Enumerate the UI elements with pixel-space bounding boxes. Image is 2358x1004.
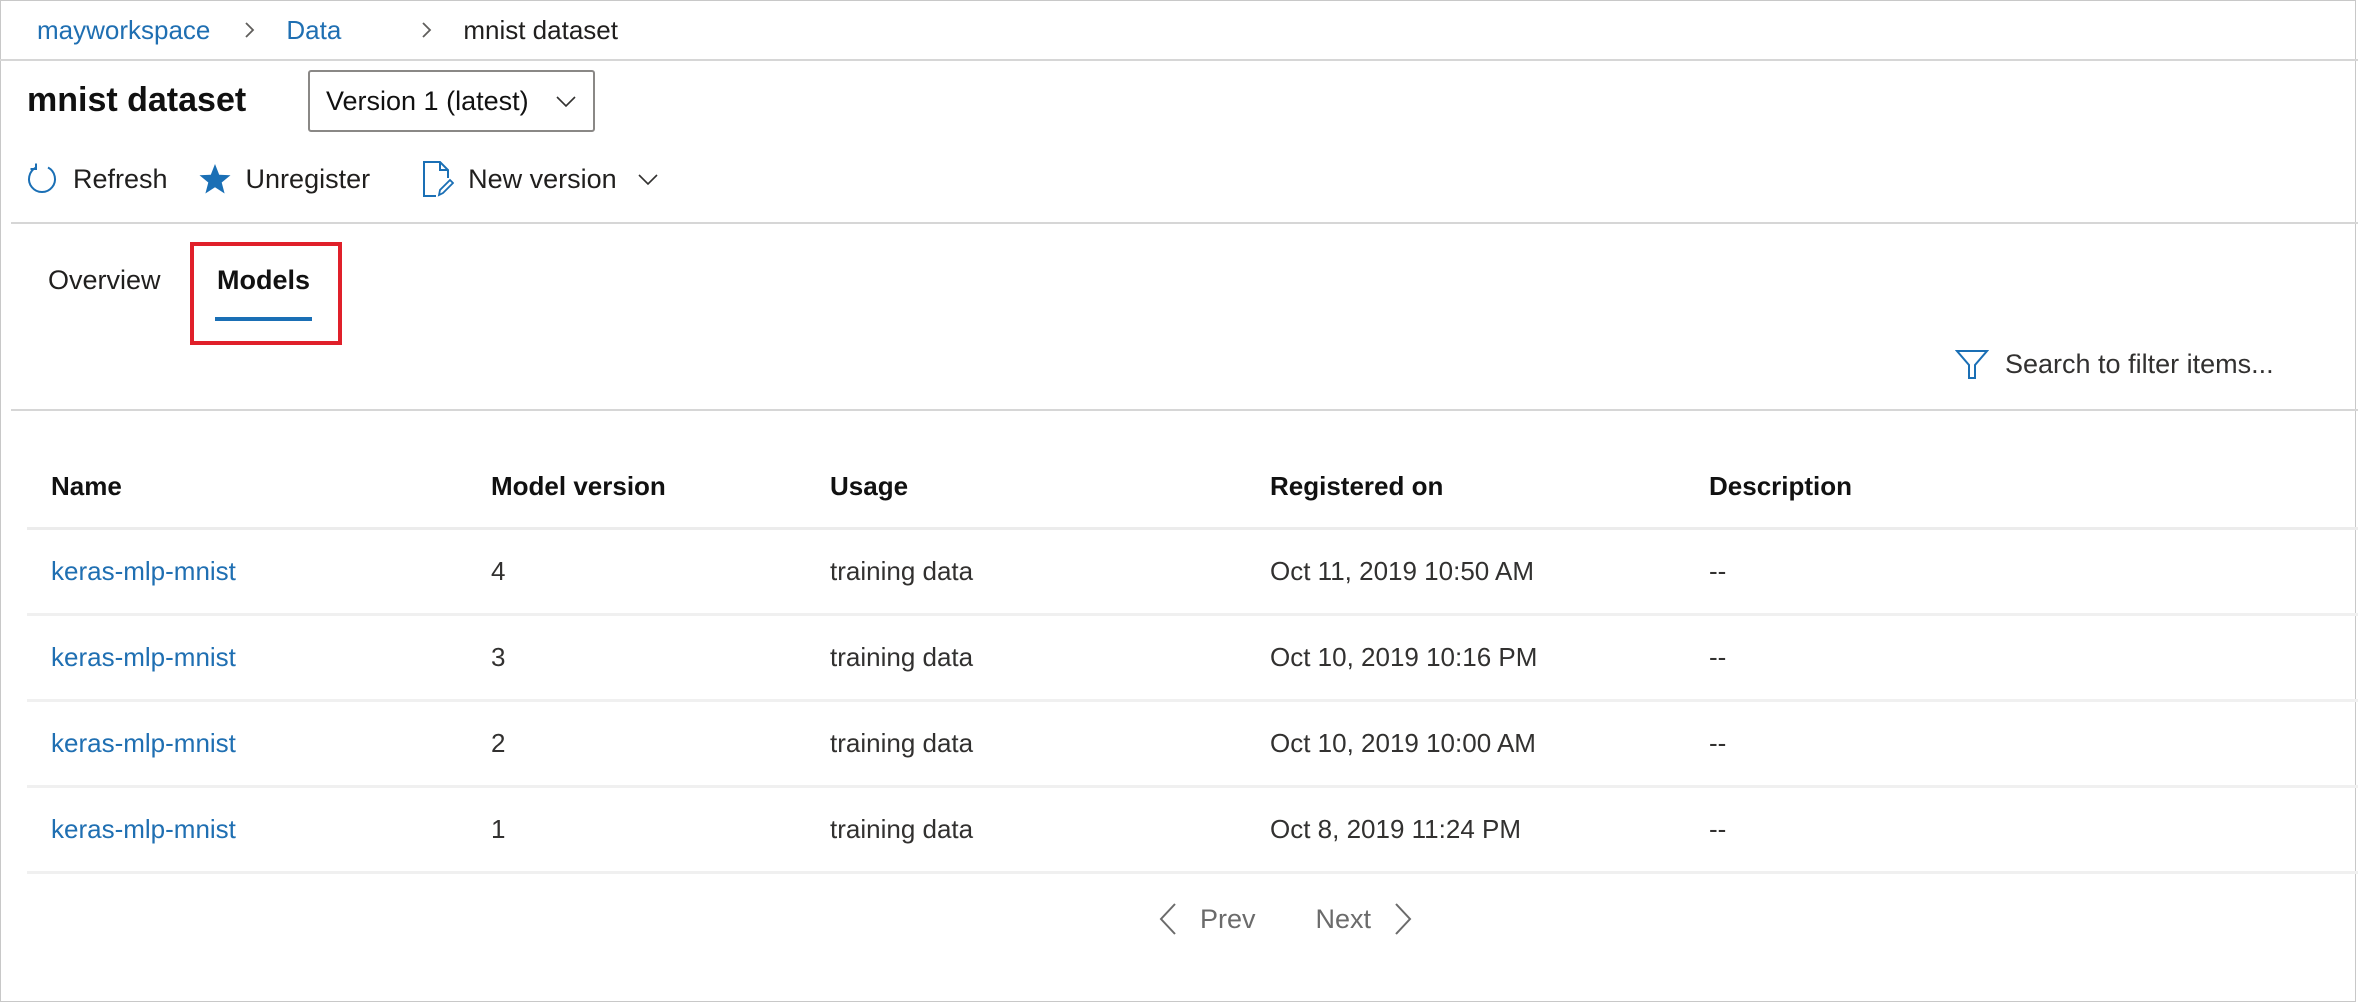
new-version-button[interactable]: New version (422, 160, 659, 198)
toolbar: Refresh Unregister New version (25, 158, 659, 200)
description: -- (1709, 728, 1727, 758)
chevron-left-icon (1159, 903, 1176, 935)
column-header-description[interactable]: Description (1709, 471, 1852, 502)
breadcrumb-workspace[interactable]: mayworkspace (37, 15, 210, 46)
filter-icon (1955, 350, 1989, 379)
page-title: mnist dataset (27, 81, 247, 119)
description: -- (1709, 642, 1727, 672)
pagination: Prev Next (1158, 896, 1413, 942)
chevron-down-icon (638, 174, 658, 186)
refresh-label: Refresh (73, 163, 168, 194)
unregister-label: Unregister (245, 163, 371, 194)
unregister-button[interactable]: Unregister (198, 162, 371, 196)
description: -- (1709, 814, 1727, 844)
chevron-right-icon (419, 18, 435, 42)
chevron-right-icon (242, 18, 258, 42)
column-header-name[interactable]: Name (51, 471, 122, 502)
chevron-down-icon (556, 96, 576, 108)
model-name-link[interactable]: keras-mlp-mnist (51, 556, 236, 587)
breadcrumb: mayworkspace Data mnist dataset (37, 10, 618, 50)
page-edit-icon (423, 161, 455, 197)
refresh-button[interactable]: Refresh (25, 162, 168, 196)
usage: training data (830, 814, 974, 844)
prev-label: Prev (1200, 903, 1256, 934)
table-row: keras-mlp-mnist 3 training data Oct 10, … (27, 616, 2358, 702)
registered-on: Oct 11, 2019 10:50 AM (1270, 556, 1535, 586)
filter-search[interactable] (1955, 344, 2325, 384)
model-version: 1 (491, 814, 506, 844)
next-page-button[interactable]: Next (1316, 902, 1414, 936)
table-header: Name Model version Usage Registered on D… (27, 446, 2358, 530)
model-version: 2 (491, 728, 506, 758)
model-name-link[interactable]: keras-mlp-mnist (51, 642, 236, 673)
divider (11, 222, 2358, 224)
version-dropdown-value: Version 1 (latest) (326, 85, 529, 116)
registered-on: Oct 10, 2019 10:16 PM (1270, 642, 1538, 672)
models-table: Name Model version Usage Registered on D… (27, 446, 2358, 874)
version-dropdown[interactable]: Version 1 (latest) (308, 70, 595, 132)
breadcrumb-current: mnist dataset (463, 14, 618, 45)
table-row: keras-mlp-mnist 1 training data Oct 8, 2… (27, 788, 2358, 874)
table-row: keras-mlp-mnist 2 training data Oct 10, … (27, 702, 2358, 788)
chevron-right-icon (1395, 903, 1412, 935)
usage: training data (830, 642, 974, 672)
tab-overview[interactable]: Overview (48, 260, 161, 300)
star-icon (199, 164, 231, 194)
model-version: 3 (491, 642, 506, 672)
column-header-usage[interactable]: Usage (830, 471, 908, 502)
usage: training data (830, 556, 974, 586)
refresh-icon (28, 163, 56, 194)
divider (0, 59, 2358, 61)
prev-page-button[interactable]: Prev (1158, 902, 1256, 936)
model-name-link[interactable]: keras-mlp-mnist (51, 814, 236, 845)
column-header-registered-on[interactable]: Registered on (1270, 471, 1443, 502)
registered-on: Oct 8, 2019 11:24 PM (1270, 814, 1521, 844)
model-version: 4 (491, 556, 506, 586)
column-header-model-version[interactable]: Model version (491, 471, 666, 502)
model-name-link[interactable]: keras-mlp-mnist (51, 728, 236, 759)
breadcrumb-data[interactable]: Data (286, 15, 341, 46)
usage: training data (830, 728, 974, 758)
registered-on: Oct 10, 2019 10:00 AM (1270, 728, 1536, 758)
table-row: keras-mlp-mnist 4 training data Oct 11, … (27, 530, 2358, 616)
highlight-box (190, 242, 342, 345)
description: -- (1709, 556, 1727, 586)
new-version-label: New version (468, 163, 617, 194)
next-label: Next (1315, 903, 1372, 934)
divider (11, 409, 2358, 411)
filter-search-input[interactable] (2005, 348, 2325, 380)
